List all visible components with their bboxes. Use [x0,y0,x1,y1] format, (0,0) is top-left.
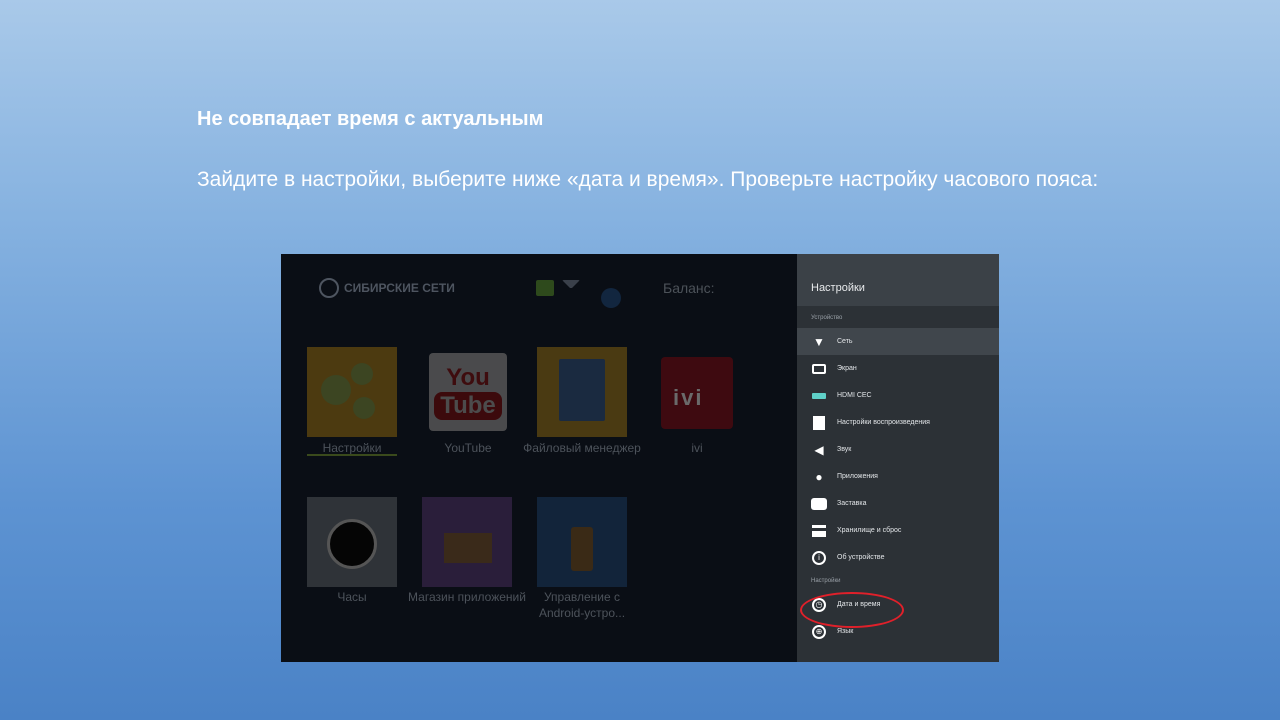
youtube-logo-top: You [446,364,490,391]
highlight-ring [800,592,904,628]
tile-youtube[interactable]: You Tube [425,347,515,437]
settings-item-label: Заставка [837,500,867,507]
youtube-logo-icon: You Tube [429,353,507,431]
settings-item-label: Экран [837,365,857,372]
screen-icon [811,361,827,377]
storage-icon [811,523,827,539]
slide-instruction: Зайдите в настройки, выберите ниже «дата… [197,168,1099,191]
section-settings-label: Настройки [811,578,841,584]
youtube-logo-bottom: Tube [434,392,502,420]
gear-icon [321,375,351,405]
tile-clock-label: Часы [337,590,367,604]
settings-item-apps[interactable]: ● Приложения [797,463,999,490]
indicator-dot-icon [601,288,621,308]
tile-app-store[interactable] [422,497,512,587]
status-icons [536,280,580,296]
brand-logo: СИБИРСКИЕ СЕТИ [319,278,455,298]
ethernet-icon [536,280,554,296]
settings-item-label: Приложения [837,473,878,480]
file-cabinet-icon [559,359,605,421]
phone-remote-icon [571,527,593,571]
hdmi-icon [811,388,827,404]
settings-item-network[interactable]: ▼ Сеть [797,328,999,355]
settings-panel-title: Настройки [797,254,999,306]
settings-item-label: Об устройстве [837,554,885,561]
balance-label: Баланс: [663,280,715,296]
wifi-icon: ▼ [813,334,825,349]
settings-item-hdmi-cec[interactable]: HDMI CEC [797,382,999,409]
android-icon: ● [815,469,823,484]
screensaver-icon [811,496,827,512]
tile-file-manager-label: Файловый менеджер [523,441,641,455]
settings-item-label: Звук [837,446,852,453]
tile-youtube-label: YouTube [444,441,492,455]
focus-underline [307,454,397,456]
settings-item-storage[interactable]: Хранилище и сброс [797,517,999,544]
section-device-label: Устройство [811,315,843,321]
settings-item-about[interactable]: i Об устройстве [797,544,999,571]
tile-file-manager[interactable] [537,347,627,437]
settings-item-screen[interactable]: Экран [797,355,999,382]
brand-logo-icon [319,278,339,298]
gear-icon-small-2 [353,397,375,419]
ivi-logo-icon: ivi [673,385,704,410]
wifi-off-icon [562,280,580,288]
brand-name: СИБИРСКИЕ СЕТИ [344,281,455,295]
settings-item-label: Язык [837,628,854,635]
settings-item-screensaver[interactable]: Заставка [797,490,999,517]
basket-icon [444,533,492,563]
tile-clock[interactable] [307,497,397,587]
info-icon: i [811,550,827,566]
gear-icon-small [351,363,373,385]
clock-icon [327,519,377,569]
tile-android-remote[interactable] [537,497,627,587]
settings-item-label: Хранилище и сброс [837,527,902,534]
tile-android-remote-label: Управление с Android-устро... [538,590,626,620]
launcher-home: СИБИРСКИЕ СЕТИ Баланс: Настройки You Tub… [281,254,797,662]
tile-settings[interactable] [307,347,397,437]
settings-item-label: Настройки воспроизведения [837,419,930,426]
globe-icon: ⊕ [811,624,827,640]
tile-ivi-label: ivi [691,441,703,455]
speaker-icon: ◀ [814,442,824,457]
slide-heading: Не совпадает время с актуальным [197,108,544,130]
settings-item-label: HDMI CEC [837,392,872,399]
tile-ivi[interactable]: ivi [661,357,733,429]
tile-app-store-label: Магазин приложений [408,590,526,604]
settings-item-label: Сеть [837,338,853,345]
tv-screenshot: СИБИРСКИЕ СЕТИ Баланс: Настройки You Tub… [281,254,999,662]
film-icon [811,415,827,431]
settings-item-sound[interactable]: ◀ Звук [797,436,999,463]
settings-item-playback[interactable]: Настройки воспроизведения [797,409,999,436]
